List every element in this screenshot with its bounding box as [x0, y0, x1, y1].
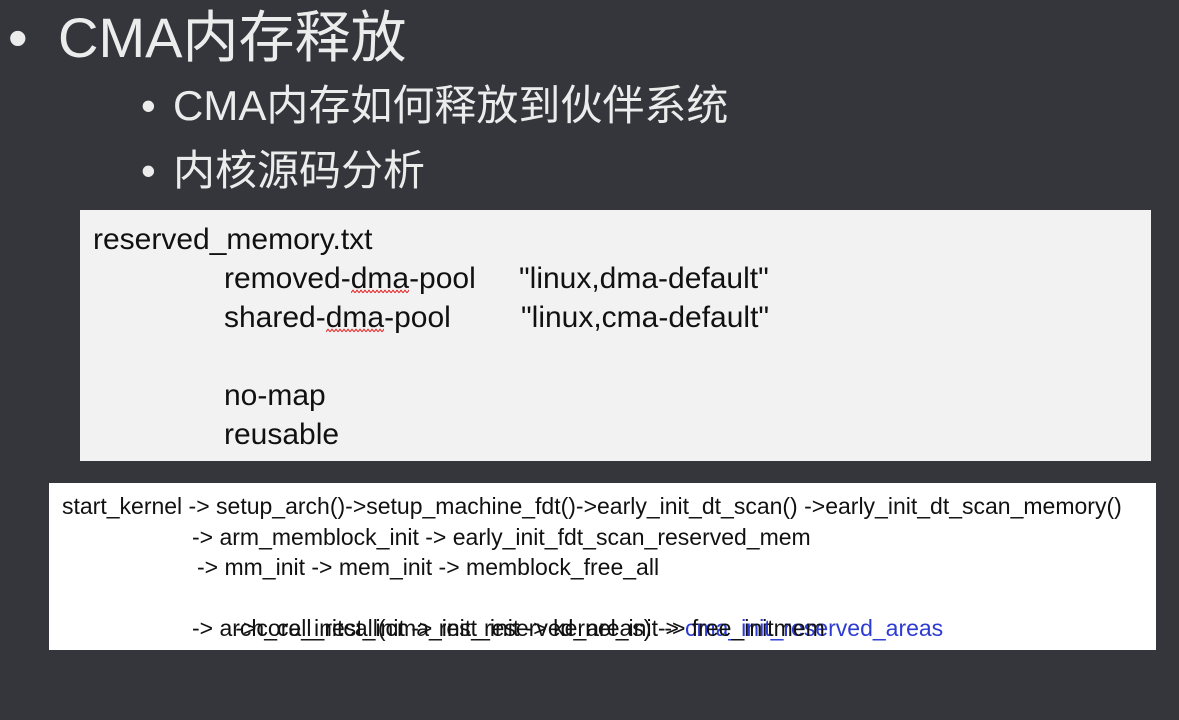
call-chain-line: -> arm_memblock_init -> early_init_fdt_s… [192, 523, 811, 550]
config-property: no-map [224, 379, 326, 412]
call-chain-line: start_kernel -> setup_arch()->setup_mach… [62, 493, 1122, 519]
slide-title: • CMA内存释放 [0, 6, 720, 70]
call-chain-line: -> mm_init -> mem_init -> memblock_free_… [197, 554, 660, 580]
subbullet-text: 内核源码分析 [173, 147, 426, 194]
bullet-icon: • [8, 6, 28, 69]
subbullet-text: CMA内存如何释放到伙伴系统 [173, 82, 729, 129]
config-filename: reserved_memory.txt [93, 223, 373, 256]
call-chain-box: start_kernel -> setup_arch()->setup_mach… [49, 483, 1156, 650]
config-property: reusable [224, 418, 340, 451]
bullet-icon: • [141, 82, 156, 129]
slide-title-text: CMA内存释放 [58, 6, 407, 69]
config-row-compatible: "linux,cma-default" [521, 301, 770, 334]
bullet-icon: • [141, 147, 156, 194]
config-row-name: removed-dma-pool [224, 262, 476, 295]
call-chain-line: -> arch_call_rest_init -> rest_init -> k… [192, 615, 825, 641]
spellcheck-underline [326, 328, 384, 333]
subbullet-source-analysis: • 内核源码分析 [0, 146, 900, 196]
call-chain-line: ->core_initcall(cma_init_reserved_areas)… [197, 583, 943, 641]
config-row-compatible: "linux,dma-default" [519, 262, 769, 295]
subbullet-release-to-buddy: • CMA内存如何释放到伙伴系统 [0, 81, 900, 131]
reserved-memory-box: reserved_memory.txt removed-dma-pool "li… [80, 210, 1151, 461]
slide: • CMA内存释放 • CMA内存如何释放到伙伴系统 • 内核源码分析 rese… [0, 0, 1179, 720]
spellcheck-underline [351, 289, 409, 294]
